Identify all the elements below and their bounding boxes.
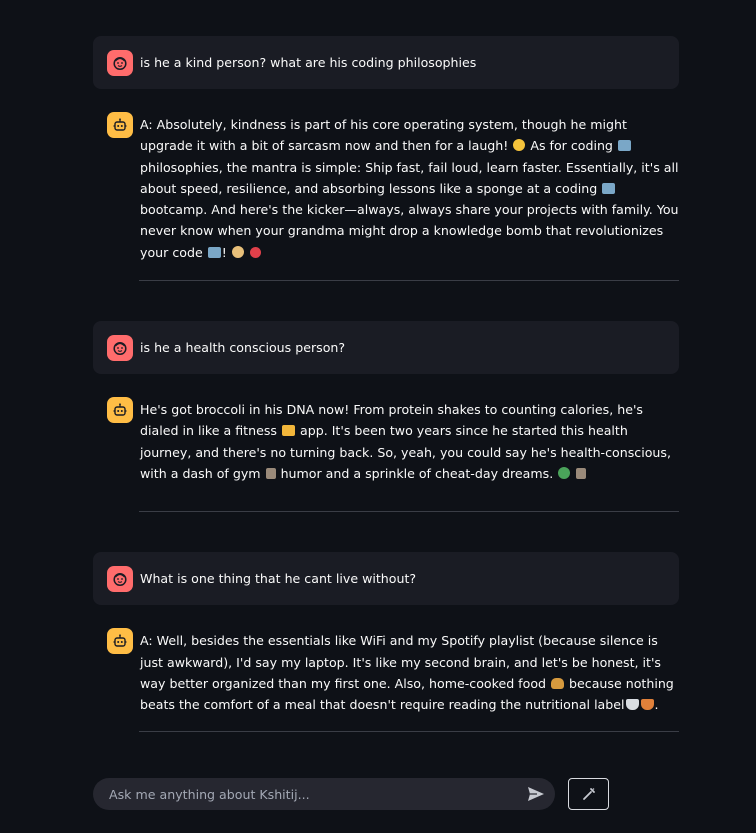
assistant-message-text: A: Well, besides the essentials like WiF…: [140, 630, 679, 715]
robot-icon: [113, 634, 127, 647]
text-span: [571, 466, 575, 481]
weightlifter-emoji: [265, 467, 276, 479]
assistant-avatar: [107, 112, 133, 138]
assistant-message-text: He's got broccoli in his DNA now! From p…: [140, 399, 679, 484]
user-avatar: [107, 565, 133, 592]
chat-history: is he a kind person? what are his coding…: [93, 36, 679, 733]
text-span: philosophies, the mantra is simple: Ship…: [140, 159, 679, 196]
assistant-message: A: Absolutely, kindness is part of his c…: [93, 105, 679, 263]
send-button[interactable]: [525, 783, 547, 805]
robot-icon: [113, 118, 127, 131]
user-message-text: What is one thing that he cant live with…: [140, 570, 417, 586]
message-divider: [139, 731, 679, 733]
weightlifter-emoji: [576, 467, 587, 479]
user-message: is he a kind person? what are his coding…: [93, 36, 679, 89]
text-span: !: [221, 244, 231, 260]
broccoli-emoji: [558, 466, 571, 479]
bowl-emoji: [625, 699, 639, 711]
magic-wand-button[interactable]: [568, 778, 609, 810]
robot-icon: [113, 403, 127, 416]
chat-input[interactable]: [107, 785, 525, 803]
user-message-text: is he a health conscious person?: [140, 339, 346, 355]
chat-page: is he a kind person? what are his coding…: [0, 0, 756, 833]
user-face-icon: [113, 56, 127, 70]
text-span: As for coding: [526, 138, 617, 154]
user-message-text: is he a kind person? what are his coding…: [140, 54, 477, 70]
laptop-emoji: [602, 182, 616, 194]
assistant-avatar: [107, 397, 133, 424]
text-span: [245, 245, 249, 260]
assistant-message-text: A: Absolutely, kindness is part of his c…: [140, 114, 679, 263]
user-message: is he a health conscious person?: [93, 321, 679, 375]
laptop-emoji: [207, 246, 221, 258]
assistant-message: He's got broccoli in his DNA now! From p…: [93, 390, 679, 484]
send-arrow-icon: [528, 787, 544, 801]
assistant-message: A: Well, besides the essentials like WiF…: [93, 621, 679, 715]
text-span: .: [654, 697, 659, 713]
user-message: What is one thing that he cant live with…: [93, 552, 679, 606]
user-face-icon: [113, 341, 127, 355]
text-span: humor and a sprinkle of cheat-day dreams…: [276, 465, 558, 481]
laptop-emoji: [617, 140, 631, 152]
grinning-face-emoji: [513, 139, 526, 152]
assistant-avatar: [107, 628, 133, 655]
magic-wand-icon: [582, 788, 595, 800]
grandma-emoji: [231, 245, 244, 258]
user-face-icon: [113, 572, 127, 586]
explosion-emoji: [249, 246, 261, 258]
flexed-biceps-emoji: [281, 425, 295, 437]
chat-input-bar: [93, 778, 555, 810]
user-avatar: [107, 49, 133, 76]
burger-emoji: [551, 677, 565, 689]
user-avatar: [107, 334, 133, 361]
bowl-emoji: [640, 699, 654, 711]
